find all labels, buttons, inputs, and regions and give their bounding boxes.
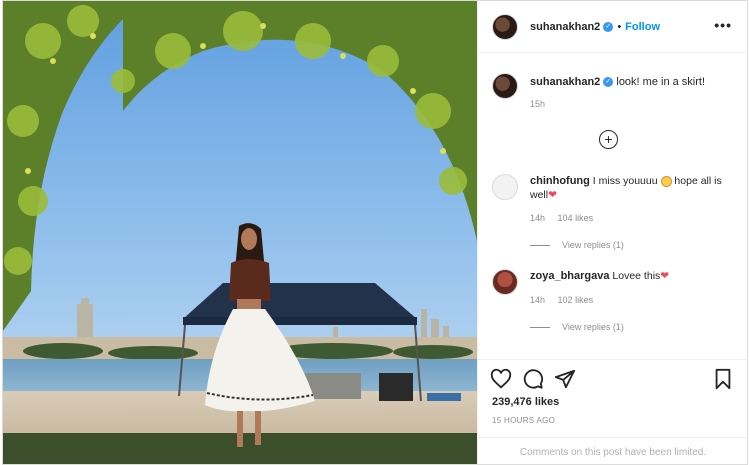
post-timestamp: 15 HOURS AGO xyxy=(492,416,556,425)
more-icon[interactable]: ••• xyxy=(714,17,732,33)
verified-icon: ✓ xyxy=(603,77,614,88)
view-replies-label: View replies (1) xyxy=(562,322,624,332)
caption-text: look! me in a skirt! xyxy=(616,76,706,88)
commenter-avatar[interactable] xyxy=(492,269,518,295)
comment-body: zoya_bhargava Lovee this❤ xyxy=(530,269,730,283)
comment-body: chinhofung I miss youuuu hope all is wel… xyxy=(530,174,730,202)
view-replies-label: View replies (1) xyxy=(562,240,624,250)
heart-emoji-icon: ❤ xyxy=(548,189,557,201)
comment-time: 14h xyxy=(530,213,546,223)
separator-dot: • xyxy=(617,20,622,33)
replies-divider xyxy=(530,244,550,246)
view-replies-link[interactable]: View replies (1) xyxy=(530,322,624,332)
comment-likes[interactable]: 102 likes xyxy=(558,295,594,305)
caption-text-row: suhanakhan2 ✓ look! me in a skirt! xyxy=(530,75,730,89)
photo-scene xyxy=(3,1,477,464)
comment-text: I miss youuuu xyxy=(592,175,658,187)
comment-username[interactable]: zoya_bhargava xyxy=(530,270,609,282)
username-link[interactable]: suhanakhan2 xyxy=(530,21,600,33)
comment-text: Lovee this xyxy=(612,270,661,282)
caption-avatar[interactable] xyxy=(492,73,518,99)
likes-count[interactable]: 239,476 likes xyxy=(492,396,559,408)
comment-likes[interactable]: 104 likes xyxy=(558,213,594,223)
post-sidebar: suhanakhan2 ✓ • Follow ••• suhanakhan2 ✓ … xyxy=(477,1,748,464)
post-header: suhanakhan2 ✓ • Follow ••• xyxy=(478,1,748,53)
follow-button[interactable]: Follow xyxy=(625,21,660,33)
comments-limited-notice: Comments on this post have been limited. xyxy=(478,437,748,465)
commenter-avatar[interactable] xyxy=(492,174,518,200)
comment-meta: 14h 104 likes xyxy=(530,213,603,223)
avatar[interactable] xyxy=(492,13,518,40)
caption-time: 15h xyxy=(530,99,546,109)
smiley-emoji-icon xyxy=(660,175,672,187)
verified-icon: ✓ xyxy=(603,21,614,32)
view-replies-link[interactable]: View replies (1) xyxy=(530,240,624,250)
comment-username[interactable]: chinhofung xyxy=(530,175,590,187)
instagram-post: suhanakhan2 ✓ • Follow ••• suhanakhan2 ✓ … xyxy=(2,0,748,465)
comment-icon[interactable] xyxy=(522,368,544,390)
post-photo[interactable] xyxy=(3,1,477,464)
save-icon[interactable] xyxy=(712,368,734,390)
post-actions: 239,476 likes 15 HOURS AGO Comments on t… xyxy=(478,359,748,464)
comment-time: 14h xyxy=(530,295,546,305)
caption-username[interactable]: suhanakhan2 xyxy=(530,76,600,88)
comment-meta: 14h 102 likes xyxy=(530,295,603,305)
share-icon[interactable] xyxy=(554,368,576,390)
load-more-icon[interactable]: + xyxy=(599,130,618,149)
heart-icon[interactable] xyxy=(490,368,512,390)
replies-divider xyxy=(530,326,550,328)
heart-emoji-icon: ❤ xyxy=(660,270,670,282)
